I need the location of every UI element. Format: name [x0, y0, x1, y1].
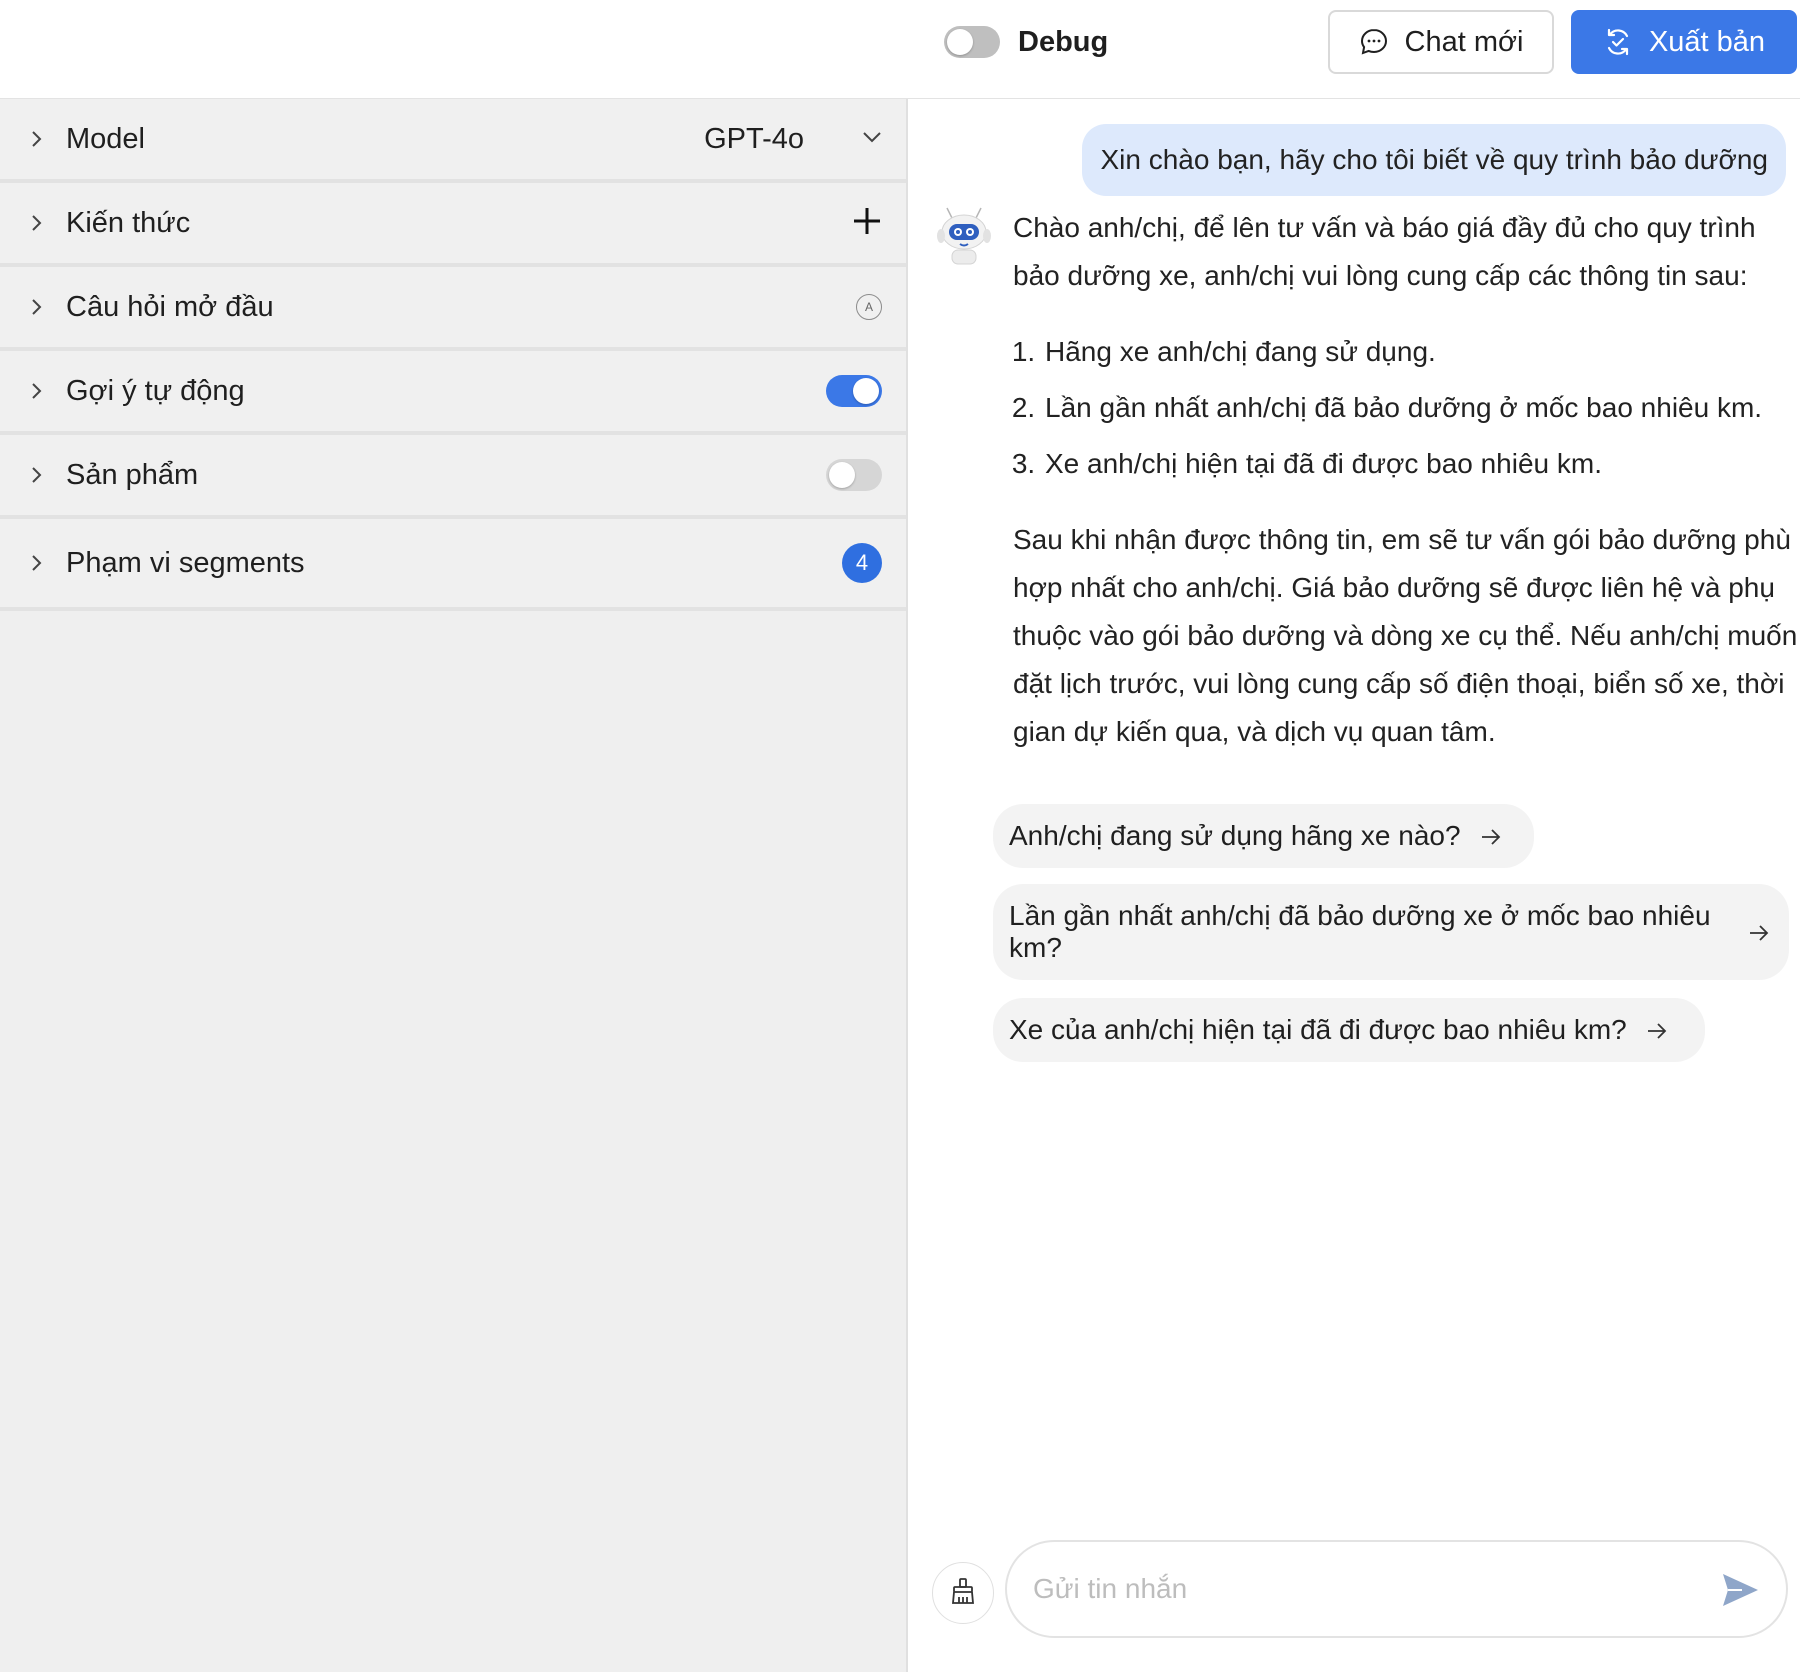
user-message-bubble: Xin chào bạn, hãy cho tôi biết về quy tr… [1082, 124, 1786, 196]
settings-row-products[interactable]: Sản phẩm [0, 435, 906, 519]
top-bar: Debug Chat mới Xuất bản [0, 0, 1800, 99]
bot-message: Chào anh/chị, để lên tư vấn và báo giá đ… [1013, 204, 1800, 756]
toggle-knob [829, 462, 855, 488]
settings-row-opening-questions[interactable]: Câu hỏi mở đầu A [0, 267, 906, 351]
suggestion-text: Xe của anh/chị hiện tại đã đi được bao n… [1009, 1014, 1627, 1045]
segments-count-badge: 4 [842, 543, 882, 583]
bot-info-list: Hãng xe anh/chị đang sử dụng. Lần gần nh… [1013, 328, 1800, 488]
model-select[interactable]: GPT-4o [704, 99, 882, 179]
bot-avatar-icon [932, 204, 996, 268]
debug-toggle-group: Debug [944, 22, 1108, 62]
chevron-right-icon [30, 297, 50, 317]
add-knowledge-button[interactable] [852, 183, 882, 263]
chevron-right-icon [30, 213, 50, 233]
segments-label: Phạm vi segments [66, 546, 305, 579]
new-chat-button[interactable]: Chat mới [1328, 10, 1554, 74]
products-toggle[interactable] [826, 459, 882, 491]
suggestion-chip[interactable]: Lần gần nhất anh/chị đã bảo dưỡng xe ở m… [993, 884, 1789, 980]
settings-row-segments[interactable]: Phạm vi segments 4 [0, 519, 906, 611]
message-input[interactable] [1031, 1572, 1675, 1606]
suggestion-chip[interactable]: Anh/chị đang sử dụng hãng xe nào? [993, 804, 1534, 868]
knowledge-label: Kiến thức [66, 206, 191, 239]
list-item: Xe anh/chị hiện tại đã đi được bao nhiêu… [1043, 440, 1800, 488]
message-input-box [1005, 1540, 1788, 1638]
bot-outro-text: Sau khi nhận được thông tin, em sẽ tư vấ… [1013, 524, 1798, 747]
send-icon[interactable] [1720, 1570, 1760, 1615]
suggestion-chip[interactable]: Xe của anh/chị hiện tại đã đi được bao n… [993, 998, 1705, 1062]
publish-label: Xuất bản [1648, 25, 1766, 58]
auto-letter-icon[interactable]: A [856, 294, 882, 320]
list-item: Lần gần nhất anh/chị đã bảo dưỡng ở mốc … [1043, 384, 1800, 432]
list-item: Hãng xe anh/chị đang sử dụng. [1043, 328, 1800, 376]
products-label: Sản phẩm [66, 458, 199, 491]
settings-row-auto-suggest[interactable]: Gợi ý tự động [0, 351, 906, 435]
arrow-right-icon [1749, 916, 1769, 948]
auto-suggest-toggle[interactable] [826, 375, 882, 407]
suggestion-text: Lần gần nhất anh/chị đã bảo dưỡng xe ở m… [1009, 900, 1711, 963]
debug-toggle[interactable] [944, 26, 1000, 58]
toggle-knob [853, 378, 879, 404]
chevron-right-icon [30, 553, 50, 573]
arrow-right-icon [1647, 1014, 1667, 1046]
model-value: GPT-4o [704, 122, 804, 155]
opening-questions-label: Câu hỏi mở đầu [66, 290, 274, 323]
debug-label: Debug [1018, 25, 1109, 58]
broom-icon [948, 1576, 978, 1611]
bot-intro-text: Chào anh/chị, để lên tư vấn và báo giá đ… [1013, 212, 1756, 291]
auto-suggest-label: Gợi ý tự động [66, 374, 245, 407]
suggestion-text: Anh/chị đang sử dụng hãng xe nào? [1009, 820, 1461, 851]
sync-icon [1603, 27, 1633, 57]
chat-bubble-icon [1359, 27, 1389, 57]
chevron-right-icon [30, 465, 50, 485]
model-label: Model [66, 122, 145, 155]
toggle-knob [947, 29, 973, 55]
arrow-right-icon [1481, 820, 1501, 852]
settings-row-knowledge[interactable]: Kiến thức [0, 183, 906, 267]
chat-panel: Xin chào bạn, hãy cho tôi biết về quy tr… [908, 99, 1800, 1672]
chevron-right-icon [30, 129, 50, 149]
chevron-right-icon [30, 381, 50, 401]
settings-panel: Model GPT-4o Kiến thức Câu hỏi mở đầu A [0, 99, 908, 1672]
plus-icon [852, 206, 882, 241]
publish-button[interactable]: Xuất bản [1571, 10, 1797, 74]
clear-chat-button[interactable] [932, 1562, 994, 1624]
new-chat-label: Chat mới [1404, 25, 1524, 58]
chevron-down-icon [862, 130, 882, 148]
settings-row-model[interactable]: Model GPT-4o [0, 99, 906, 183]
